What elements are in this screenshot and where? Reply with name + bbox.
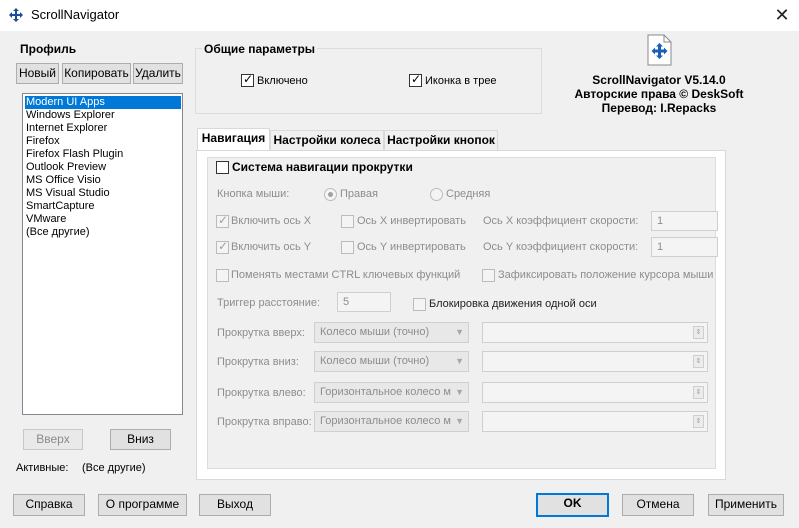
fix-cursor-checkbox[interactable]	[482, 269, 495, 282]
scroll-down-label: Прокрутка вниз:	[217, 356, 299, 368]
tab-navigation[interactable]: Навигация	[197, 128, 270, 150]
right-button-label: Правая	[340, 188, 378, 200]
scroll-left-label: Прокрутка влево:	[217, 387, 306, 399]
about-copyright: Авторские права © DeskSoft	[574, 87, 744, 101]
invert-x-checkbox[interactable]	[341, 215, 354, 228]
trigger-distance-label: Триггер расстояние:	[217, 297, 321, 309]
chevron-down-icon: ▼	[455, 387, 464, 397]
delete-profile-button[interactable]: Удалить	[133, 63, 183, 84]
about-version: ScrollNavigator V5.14.0	[592, 73, 726, 87]
chevron-down-icon: ▼	[455, 356, 464, 366]
list-item[interactable]: (Все другие)	[25, 226, 90, 239]
profile-list[interactable]: Modern UI Apps Windows Explorer Internet E…	[22, 93, 183, 415]
document-move-icon	[647, 34, 672, 66]
enabled-label: Включено	[257, 75, 308, 87]
move-up-button[interactable]: Вверх	[23, 429, 83, 450]
list-item[interactable]: Firefox	[25, 135, 60, 148]
scroll-left-value: Горизонтальное колесо м	[320, 386, 451, 398]
copy-profile-button[interactable]: Копировать	[62, 63, 131, 84]
about-translation: Перевод: I.Repacks	[601, 101, 717, 115]
mouse-button-label: Кнопка мыши:	[217, 188, 290, 200]
move-down-button[interactable]: Вниз	[110, 429, 171, 450]
speed-y-label: Ось Y коэффициент скорости:	[483, 241, 639, 253]
title-bar	[0, 0, 799, 31]
scroll-down-key-field[interactable]: ⇕	[482, 351, 708, 372]
exit-button[interactable]: Выход	[199, 494, 271, 516]
tab-wheel-settings[interactable]: Настройки колеса	[270, 130, 384, 150]
speed-y-input[interactable]: 1	[651, 237, 718, 257]
tray-icon-label: Иконка в трее	[425, 75, 497, 87]
scroll-left-select[interactable]: Горизонтальное колесо м ▼	[314, 382, 469, 403]
scroll-down-select[interactable]: Колесо мыши (точно) ▼	[314, 351, 469, 372]
invert-x-label: Ось X инвертировать	[357, 215, 466, 227]
invert-y-label: Ось Y инвертировать	[357, 241, 466, 253]
scroll-navigation-label: Система навигации прокрутки	[232, 160, 413, 174]
block-axis-label: Блокировка движения одной оси	[429, 298, 597, 310]
scroll-right-value: Горизонтальное колесо м	[320, 415, 451, 427]
middle-button-label: Средняя	[446, 188, 491, 200]
scroll-right-key-field[interactable]: ⇕	[482, 411, 708, 432]
scroll-right-label: Прокрутка вправо:	[217, 416, 312, 428]
scroll-up-select[interactable]: Колесо мыши (точно) ▼	[314, 322, 469, 343]
active-label: Активные:	[16, 462, 69, 474]
enabled-checkbox[interactable]	[241, 72, 254, 87]
app-move-icon	[9, 8, 23, 22]
list-item[interactable]: MS Office Visio	[25, 174, 101, 187]
tray-icon-checkbox[interactable]	[409, 72, 422, 87]
enable-y-checkbox[interactable]	[216, 239, 229, 254]
fix-cursor-label: Зафиксировать положение курсора мыши	[498, 269, 714, 281]
chevron-down-icon: ▼	[455, 416, 464, 426]
scroll-up-label: Прокрутка вверх:	[217, 327, 305, 339]
close-icon[interactable]: ✕	[768, 3, 796, 27]
chevron-down-icon: ▼	[455, 327, 464, 337]
spin-icon[interactable]: ⇕	[693, 355, 704, 368]
list-item[interactable]: Windows Explorer	[25, 109, 115, 122]
speed-x-input[interactable]: 1	[651, 211, 718, 231]
apply-button[interactable]: Применить	[708, 494, 784, 516]
list-item[interactable]: Outlook Preview	[25, 161, 106, 174]
trigger-distance-input[interactable]: 5	[337, 292, 391, 312]
scroll-up-key-field[interactable]: ⇕	[482, 322, 708, 343]
invert-y-checkbox[interactable]	[341, 241, 354, 254]
right-button-radio[interactable]	[324, 188, 337, 201]
swap-ctrl-label: Поменять местами CTRL ключевых функций	[231, 269, 461, 281]
scroll-left-key-field[interactable]: ⇕	[482, 382, 708, 403]
block-axis-checkbox[interactable]	[413, 298, 426, 311]
swap-ctrl-checkbox[interactable]	[216, 269, 229, 282]
active-value: (Все другие)	[82, 462, 146, 474]
scroll-navigation-checkbox[interactable]	[216, 161, 229, 174]
help-button[interactable]: Справка	[13, 494, 85, 516]
profile-title: Профиль	[20, 42, 77, 56]
spin-icon[interactable]: ⇕	[693, 415, 704, 428]
tab-button-settings[interactable]: Настройки кнопок	[384, 130, 498, 150]
spin-icon[interactable]: ⇕	[693, 326, 704, 339]
enable-x-label: Включить ось X	[231, 215, 312, 227]
list-item[interactable]: VMware	[25, 213, 66, 226]
cancel-button[interactable]: Отмена	[622, 494, 694, 516]
list-item[interactable]: SmartCapture	[25, 200, 94, 213]
window-title: ScrollNavigator	[31, 7, 120, 22]
ok-button[interactable]: OK	[536, 493, 609, 517]
scroll-down-value: Колесо мыши (точно)	[320, 355, 430, 367]
enable-y-label: Включить ось Y	[231, 241, 312, 253]
scroll-up-value: Колесо мыши (точно)	[320, 326, 430, 338]
spin-icon[interactable]: ⇕	[693, 386, 704, 399]
list-item[interactable]: MS Visual Studio	[25, 187, 110, 200]
new-profile-button[interactable]: Новый	[16, 63, 59, 84]
speed-x-label: Ось X коэффициент скорости:	[483, 215, 639, 227]
middle-button-radio[interactable]	[430, 188, 443, 201]
enable-x-checkbox[interactable]	[216, 213, 229, 228]
scroll-right-select[interactable]: Горизонтальное колесо м ▼	[314, 411, 469, 432]
list-item[interactable]: Modern UI Apps	[25, 96, 181, 109]
general-settings-title: Общие параметры	[202, 42, 318, 56]
list-item[interactable]: Internet Explorer	[25, 122, 107, 135]
about-button[interactable]: О программе	[98, 494, 187, 516]
list-item[interactable]: Firefox Flash Plugin	[25, 148, 123, 161]
